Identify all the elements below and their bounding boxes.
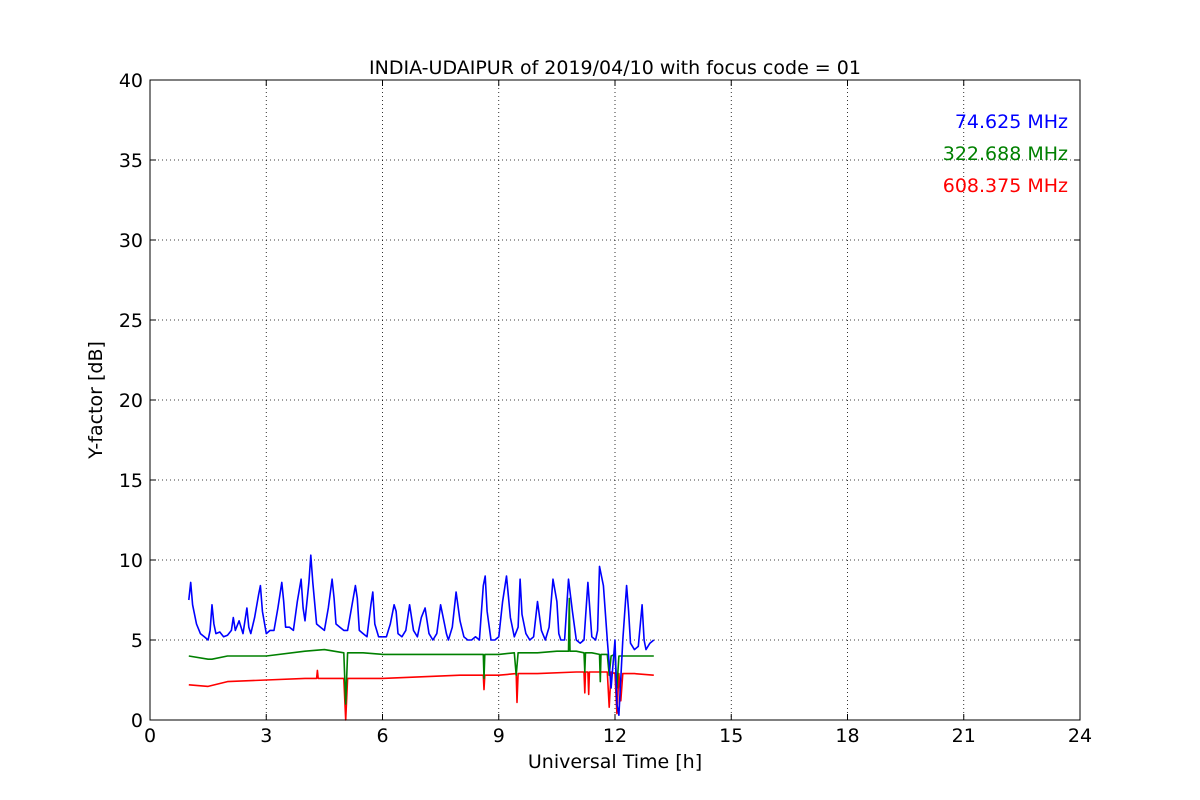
x-tick-label: 15 <box>719 725 743 747</box>
x-tick-label: 6 <box>376 725 388 747</box>
chart: INDIA-UDAIPUR of 2019/04/10 with focus c… <box>0 0 1200 800</box>
y-tick-label: 0 <box>131 710 143 732</box>
x-tick-label: 21 <box>952 725 976 747</box>
x-axis-label: Universal Time [h] <box>528 751 702 773</box>
y-axis-label: Y-factor [dB] <box>85 341 107 460</box>
x-tick-label: 24 <box>1068 725 1092 747</box>
x-tick-label: 0 <box>144 725 156 747</box>
x-tick-label: 18 <box>835 725 859 747</box>
y-tick-label: 30 <box>119 230 143 252</box>
y-tick-label: 10 <box>119 550 143 572</box>
y-tick-label: 5 <box>131 630 143 652</box>
x-tick-label: 9 <box>493 725 505 747</box>
y-tick-label: 40 <box>119 70 143 92</box>
chart-title: INDIA-UDAIPUR of 2019/04/10 with focus c… <box>369 57 861 79</box>
y-tick-label: 35 <box>119 150 143 172</box>
legend: 74.625 MHz 322.688 MHz 608.375 MHz <box>943 111 1068 197</box>
legend-entry-2: 322.688 MHz <box>943 143 1068 165</box>
legend-entry-1: 74.625 MHz <box>955 111 1068 133</box>
x-tick-label: 12 <box>603 725 627 747</box>
legend-entry-3: 608.375 MHz <box>943 175 1068 197</box>
x-tick-label: 3 <box>260 725 272 747</box>
y-tick-label: 25 <box>119 310 143 332</box>
y-tick-label: 20 <box>119 390 143 412</box>
y-tick-label: 15 <box>119 470 143 492</box>
